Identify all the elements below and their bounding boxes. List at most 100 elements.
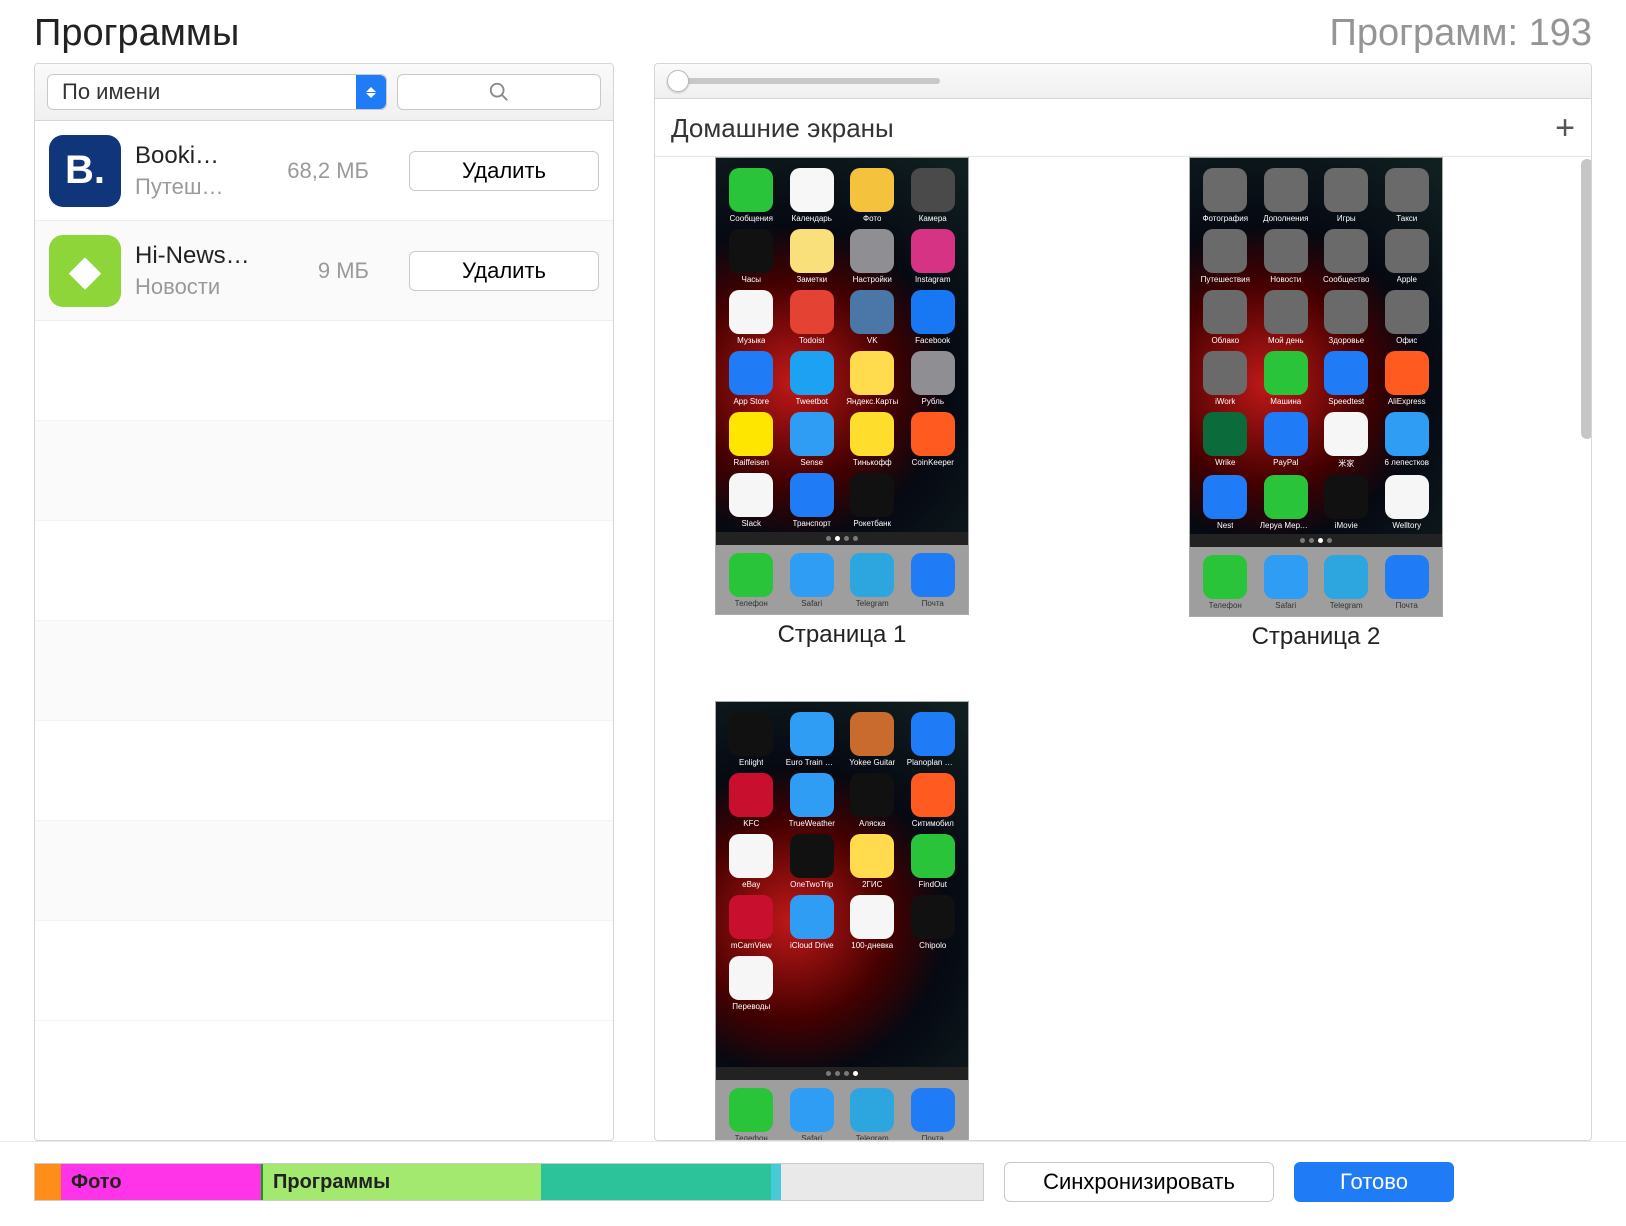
home-app[interactable]: Тинькофф	[845, 412, 900, 467]
phone-screen[interactable]: Enlight Euro Train Sim Yokee Guitar Plan…	[715, 701, 969, 1140]
home-app[interactable]: TrueWeather	[785, 773, 840, 828]
dock-app[interactable]: Телефон	[724, 553, 779, 608]
home-app[interactable]: AliExpress	[1380, 351, 1435, 406]
dock-app[interactable]: Telegram	[845, 553, 900, 608]
sort-dropdown[interactable]: По имени	[47, 74, 387, 110]
home-app[interactable]: Enlight	[724, 712, 779, 767]
home-app[interactable]: Wrike	[1198, 412, 1253, 469]
home-app[interactable]: iWork	[1198, 351, 1253, 406]
home-app[interactable]: VK	[845, 290, 900, 345]
dock-app[interactable]: Safari	[1259, 555, 1314, 610]
home-app[interactable]: Офис	[1380, 290, 1435, 345]
home-app[interactable]: Todoist	[785, 290, 840, 345]
dock-app[interactable]: Telegram	[1319, 555, 1374, 610]
dock-app[interactable]: Safari	[785, 1088, 840, 1140]
scrollbar[interactable]	[1581, 159, 1591, 439]
home-app[interactable]	[906, 956, 961, 1011]
delete-button[interactable]: Удалить	[409, 251, 599, 291]
home-app[interactable]: Календарь	[785, 168, 840, 223]
home-app[interactable]: Фотография	[1198, 168, 1253, 223]
dock-app[interactable]: Телефон	[1198, 555, 1253, 610]
home-app[interactable]: Новости	[1259, 229, 1314, 284]
app-row[interactable]: ◆ Hi-News… Новости 9 МБ Удалить	[35, 221, 613, 321]
home-app[interactable]	[785, 956, 840, 1011]
dock-app[interactable]: Safari	[785, 553, 840, 608]
home-app[interactable]: Рубль	[906, 351, 961, 406]
home-app[interactable]: Instagram	[906, 229, 961, 284]
home-app[interactable]: App Store	[724, 351, 779, 406]
home-app[interactable]: Заметки	[785, 229, 840, 284]
home-app[interactable]: Транспорт	[785, 473, 840, 528]
add-page-button[interactable]: +	[1555, 109, 1575, 148]
home-app[interactable]	[724, 1017, 779, 1063]
home-app[interactable]: Мой день	[1259, 290, 1314, 345]
home-app[interactable]: Slack	[724, 473, 779, 528]
zoom-thumb[interactable]	[667, 70, 689, 92]
delete-button[interactable]: Удалить	[409, 151, 599, 191]
home-app[interactable]: 米家	[1319, 412, 1374, 469]
home-app[interactable]: PayPal	[1259, 412, 1314, 469]
home-app[interactable]: Здоровье	[1319, 290, 1374, 345]
home-app[interactable]	[906, 473, 961, 528]
home-app[interactable]: mCamView	[724, 895, 779, 950]
home-app[interactable]: Chipolo	[906, 895, 961, 950]
home-app[interactable]: 2ГИС	[845, 834, 900, 889]
home-app[interactable]: Welltory	[1380, 475, 1435, 530]
home-app[interactable]: Сообщения	[724, 168, 779, 223]
home-app[interactable]: Euro Train Sim	[785, 712, 840, 767]
home-app[interactable]: Яндекс.Карты	[845, 351, 900, 406]
home-app[interactable]: Настройки	[845, 229, 900, 284]
home-app[interactable]: Tweetbot	[785, 351, 840, 406]
phone-screen[interactable]: Сообщения Календарь Фото Камера Часы Зам…	[715, 157, 969, 615]
app-row[interactable]: B. Booki… Путеш… 68,2 МБ Удалить	[35, 121, 613, 221]
home-app[interactable]	[845, 956, 900, 1011]
dock-app[interactable]: Почта	[1380, 555, 1435, 610]
home-app[interactable]: Planoplan GO!	[906, 712, 961, 767]
dock-app[interactable]: Почта	[906, 1088, 961, 1140]
home-app[interactable]: Ситимобил	[906, 773, 961, 828]
zoom-slider[interactable]	[675, 78, 940, 84]
home-app[interactable]: Facebook	[906, 290, 961, 345]
home-app[interactable]: Дополнения	[1259, 168, 1314, 223]
home-app[interactable]: Игры	[1319, 168, 1374, 223]
home-app[interactable]: Путешествия	[1198, 229, 1253, 284]
home-app[interactable]: eBay	[724, 834, 779, 889]
done-button[interactable]: Готово	[1294, 1162, 1454, 1202]
dock-app[interactable]: Telegram	[845, 1088, 900, 1140]
home-app[interactable]: KFC	[724, 773, 779, 828]
app-list: B. Booki… Путеш… 68,2 МБ Удалить ◆ Hi-Ne…	[35, 121, 613, 1140]
dock-app[interactable]: Почта	[906, 553, 961, 608]
home-app[interactable]: OneTwoTrip	[785, 834, 840, 889]
home-app[interactable]: Переводы	[724, 956, 779, 1011]
home-app[interactable]: iCloud Drive	[785, 895, 840, 950]
home-app[interactable]: Рокетбанк	[845, 473, 900, 528]
home-app[interactable]: FindOut	[906, 834, 961, 889]
home-app[interactable]: Фото	[845, 168, 900, 223]
home-app[interactable]	[906, 1017, 961, 1063]
home-app[interactable]: Speedtest	[1319, 351, 1374, 406]
home-app[interactable]: Музыка	[724, 290, 779, 345]
home-app[interactable]: Леруа Мерлен	[1259, 475, 1314, 530]
home-app[interactable]: Облако	[1198, 290, 1253, 345]
home-app[interactable]: Yokee Guitar	[845, 712, 900, 767]
sync-button[interactable]: Синхронизировать	[1004, 1162, 1274, 1202]
home-app[interactable]: CoinKeeper	[906, 412, 961, 467]
home-app[interactable]	[845, 1017, 900, 1063]
home-app[interactable]: 100-дневка	[845, 895, 900, 950]
home-app[interactable]: Apple	[1380, 229, 1435, 284]
home-app[interactable]: Аляска	[845, 773, 900, 828]
home-app[interactable]: 6 лепестков	[1380, 412, 1435, 469]
home-app[interactable]	[785, 1017, 840, 1063]
home-app[interactable]: iMovie	[1319, 475, 1374, 530]
phone-screen[interactable]: Фотография Дополнения Игры Такси Путешес…	[1189, 157, 1443, 617]
home-app[interactable]: Nest	[1198, 475, 1253, 530]
search-input[interactable]	[397, 74, 601, 110]
home-app[interactable]: Машина	[1259, 351, 1314, 406]
home-app[interactable]: Сообщество	[1319, 229, 1374, 284]
dock-app[interactable]: Телефон	[724, 1088, 779, 1140]
home-app[interactable]: Такси	[1380, 168, 1435, 223]
home-app[interactable]: Камера	[906, 168, 961, 223]
home-app[interactable]: Часы	[724, 229, 779, 284]
home-app[interactable]: Sense	[785, 412, 840, 467]
home-app[interactable]: Raiffeisen	[724, 412, 779, 467]
